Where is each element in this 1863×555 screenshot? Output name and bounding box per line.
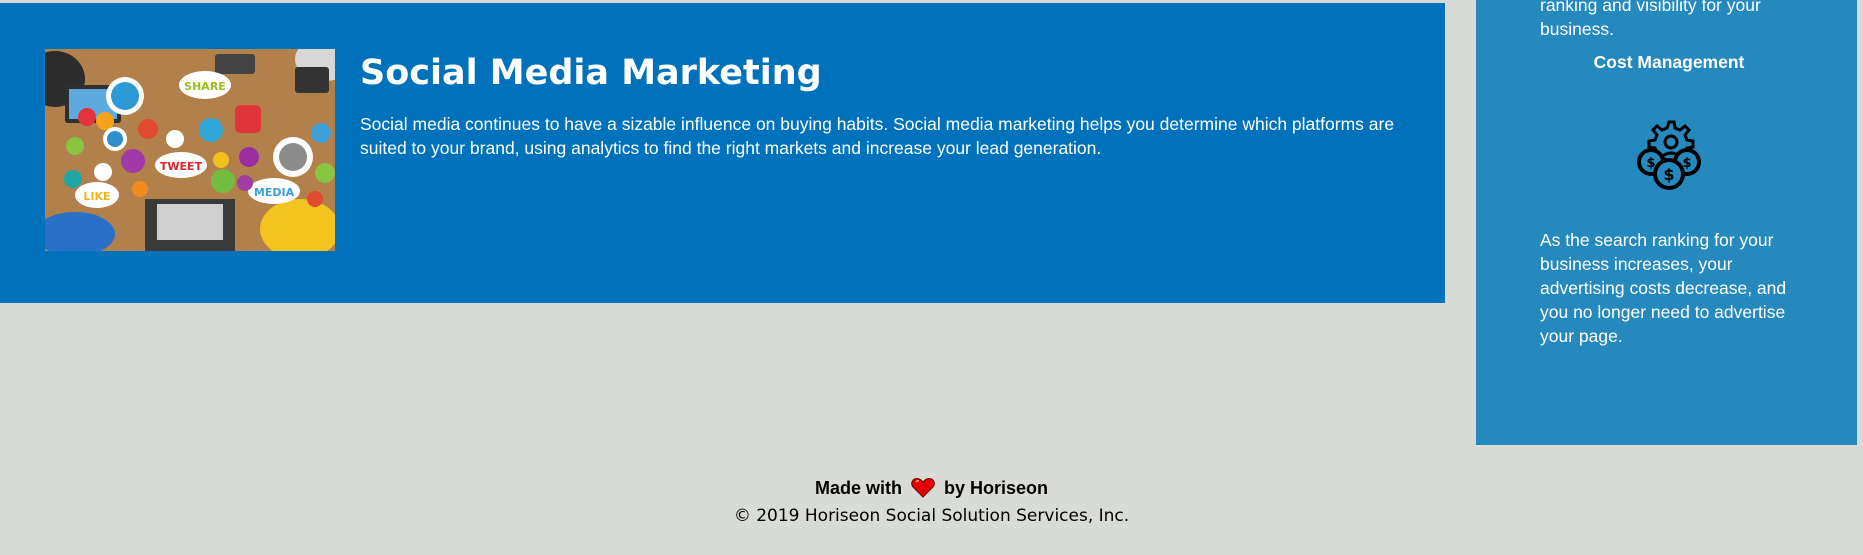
image-label-share: SHARE — [184, 80, 226, 93]
social-media-illustration: SHARE TWEET LIKE MEDIA — [45, 49, 335, 251]
svg-text:$: $ — [1682, 156, 1691, 171]
cost-management-icon: $ $ $ — [1632, 118, 1706, 192]
svg-text:$: $ — [1646, 156, 1655, 171]
svg-text:$: $ — [1663, 165, 1674, 184]
heart-icon — [911, 477, 935, 504]
section-title: Social Media Marketing — [360, 53, 822, 93]
image-label-like: LIKE — [83, 190, 110, 203]
by-company-text: by Horiseon — [944, 478, 1049, 498]
made-with-line: Made with by Horiseon — [0, 476, 1863, 504]
benefit-description: As the search ranking for your business … — [1540, 230, 1787, 346]
social-media-marketing-section: SHARE TWEET LIKE MEDIA Social Media Mark… — [0, 3, 1445, 303]
page-footer: Made with by Horiseon © 2019 Horiseon So… — [0, 476, 1863, 528]
benefit-title: Cost Management — [1593, 52, 1745, 72]
image-label-tweet: TWEET — [160, 160, 203, 173]
copyright-text: © 2019 Horiseon Social Solution Services… — [733, 506, 1130, 526]
social-media-image: SHARE TWEET LIKE MEDIA — [45, 49, 335, 251]
section-description: Social media continues to have a sizable… — [360, 114, 1395, 158]
previous-benefit-text: ranking and visibility for your business… — [1540, 0, 1761, 39]
made-with-text: Made with — [814, 478, 902, 498]
cost-management-card: ranking and visibility for your business… — [1476, 0, 1857, 445]
image-label-media: MEDIA — [254, 186, 295, 199]
